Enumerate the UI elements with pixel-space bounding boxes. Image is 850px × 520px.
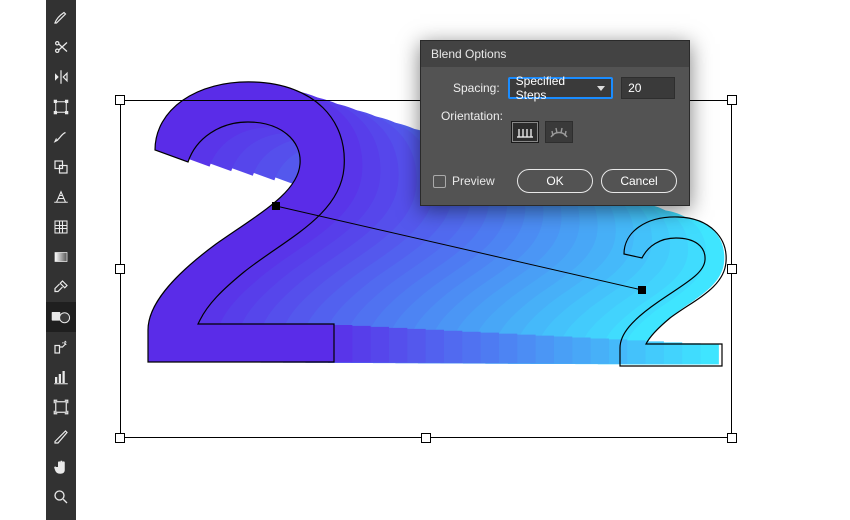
reflect-tool[interactable] [46, 62, 76, 92]
slice-tool[interactable] [46, 422, 76, 452]
shape-builder-tool[interactable] [46, 152, 76, 182]
scissors-tool[interactable] [46, 32, 76, 62]
bbox-handle-mr[interactable] [727, 264, 737, 274]
bbox-handle-tl[interactable] [115, 95, 125, 105]
blend-options-dialog: Blend Options Spacing: Specified Steps 2… [420, 40, 690, 206]
preview-label: Preview [452, 174, 495, 188]
gradient-tool[interactable] [46, 242, 76, 272]
cancel-button[interactable]: Cancel [601, 169, 677, 193]
column-graph-tool[interactable] [46, 362, 76, 392]
ok-button[interactable]: OK [517, 169, 593, 193]
orientation-align-page-button[interactable] [511, 121, 539, 143]
spacing-value-text: 20 [628, 81, 641, 95]
artboard-tool[interactable] [46, 392, 76, 422]
perspective-grid-tool[interactable] [46, 182, 76, 212]
bbox-handle-bl[interactable] [115, 433, 125, 443]
free-transform-tool[interactable] [46, 92, 76, 122]
eyedropper-tool[interactable] [46, 272, 76, 302]
orientation-align-path-button[interactable] [545, 121, 573, 143]
preview-checkbox[interactable] [433, 175, 446, 188]
bbox-handle-bm[interactable] [421, 433, 431, 443]
bbox-handle-br[interactable] [727, 433, 737, 443]
zoom-tool[interactable] [46, 482, 76, 512]
cancel-label: Cancel [620, 174, 657, 188]
spacing-value-input[interactable]: 20 [621, 77, 675, 99]
mesh-tool[interactable] [46, 212, 76, 242]
spacing-label: Spacing: [435, 81, 500, 95]
blend-tool[interactable] [46, 302, 76, 332]
spacing-mode-dropdown[interactable]: Specified Steps [508, 77, 613, 99]
spacing-mode-value: Specified Steps [516, 74, 597, 102]
orientation-label: Orientation: [435, 109, 503, 123]
ok-label: OK [546, 174, 563, 188]
symbol-sprayer-tool[interactable] [46, 332, 76, 362]
paintbrush-tool[interactable] [46, 2, 76, 32]
bbox-handle-tr[interactable] [727, 95, 737, 105]
dialog-title: Blend Options [421, 41, 689, 67]
chevron-down-icon [597, 86, 605, 91]
bbox-handle-ml[interactable] [115, 264, 125, 274]
tools-panel [46, 0, 76, 520]
width-tool[interactable] [46, 122, 76, 152]
hand-tool[interactable] [46, 452, 76, 482]
